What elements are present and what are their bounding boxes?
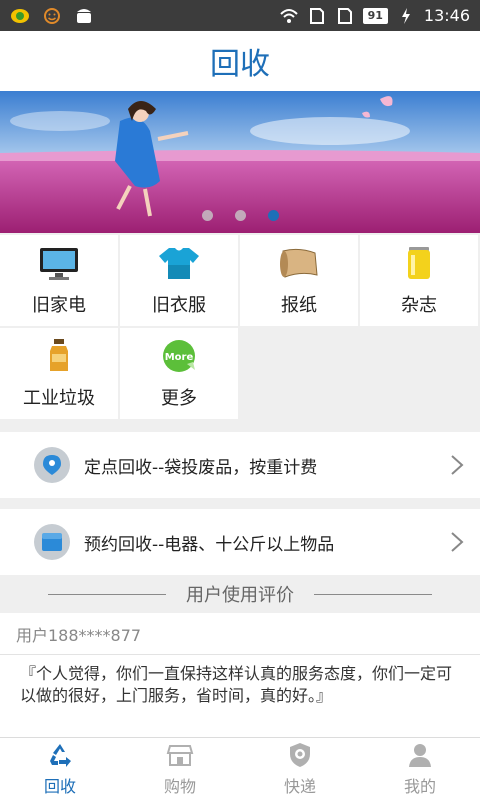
smiley-notification-icon (42, 7, 62, 25)
review-user: 用户188****877 (0, 613, 480, 655)
carousel-dot-active[interactable] (267, 210, 279, 221)
tab-label: 快递 (283, 777, 316, 796)
more-icon: More (157, 338, 201, 374)
divider (48, 593, 166, 595)
location-pin-icon (34, 447, 70, 483)
chevron-right-icon (451, 532, 464, 552)
reviews-section-header: 用户使用评价 (0, 575, 480, 613)
category-magazines[interactable]: 杂志 (360, 235, 478, 326)
category-label: 更多 (161, 387, 197, 409)
page-title: 回收 (210, 47, 270, 82)
review-text: 『个人觉得，你们一直保持这样认真的服务态度，你们一定可以做的很好，上门服务，省时… (0, 655, 480, 737)
box-icon (34, 524, 70, 560)
monitor-icon (37, 245, 81, 281)
sim2-icon (335, 7, 355, 25)
sim1-icon (307, 7, 327, 25)
wifi-icon (279, 7, 299, 25)
divider (314, 593, 432, 595)
can-icon (397, 245, 441, 281)
charging-icon (396, 7, 416, 25)
tab-express[interactable]: 快递 (240, 738, 360, 800)
category-grid: 旧家电 旧衣服 报纸 杂志 工业垃圾 More 更多 (0, 233, 480, 421)
user-icon (409, 744, 431, 767)
android-icon (74, 7, 94, 25)
app-header: 回收 (0, 31, 480, 91)
list-item-drop-off-recycling[interactable]: 定点回收--袋投废品，按重计费 (0, 432, 480, 498)
category-more[interactable]: More 更多 (120, 328, 238, 419)
tab-label: 回收 (43, 777, 76, 796)
tab-shop[interactable]: 购物 (120, 738, 240, 800)
list-item-label: 预约回收--电器、十公斤以上物品 (84, 534, 335, 555)
category-newspaper[interactable]: 报纸 (240, 235, 358, 326)
more-badge-text: More (165, 352, 194, 363)
category-label: 旧衣服 (152, 294, 206, 316)
status-bar: 91 13:46 (0, 0, 480, 31)
bottom-tab-bar: 回收 购物 快递 我的 (0, 737, 480, 800)
section-title: 用户使用评价 (186, 585, 294, 606)
paper-scroll-icon (277, 245, 321, 281)
chevron-right-icon (451, 455, 464, 475)
app-notification-icon (10, 7, 30, 25)
category-appliances[interactable]: 旧家电 (0, 235, 118, 326)
category-label: 杂志 (401, 294, 437, 316)
tab-profile[interactable]: 我的 (360, 738, 480, 800)
list-item-label: 定点回收--袋投废品，按重计费 (84, 457, 318, 478)
bottle-icon (37, 338, 81, 374)
tshirt-icon (157, 245, 201, 281)
recycle-icon (50, 744, 71, 767)
tab-recycle[interactable]: 回收 (0, 738, 120, 800)
battery-level: 91 (362, 7, 388, 24)
list-item-scheduled-recycling[interactable]: 预约回收--电器、十公斤以上物品 (0, 509, 480, 575)
shop-icon (166, 745, 194, 766)
category-label: 工业垃圾 (23, 387, 95, 409)
category-label: 旧家电 (32, 294, 86, 316)
tab-label: 我的 (403, 777, 436, 796)
category-label: 报纸 (281, 294, 317, 316)
carousel-dots (0, 210, 480, 221)
tab-label: 购物 (163, 777, 196, 796)
category-industrial-waste[interactable]: 工业垃圾 (0, 328, 118, 419)
banner-carousel[interactable] (0, 91, 480, 233)
carousel-dot[interactable] (234, 210, 246, 221)
shield-icon (290, 743, 310, 767)
carousel-dot[interactable] (201, 210, 213, 221)
category-clothes[interactable]: 旧衣服 (120, 235, 238, 326)
clock: 13:46 (423, 6, 470, 25)
